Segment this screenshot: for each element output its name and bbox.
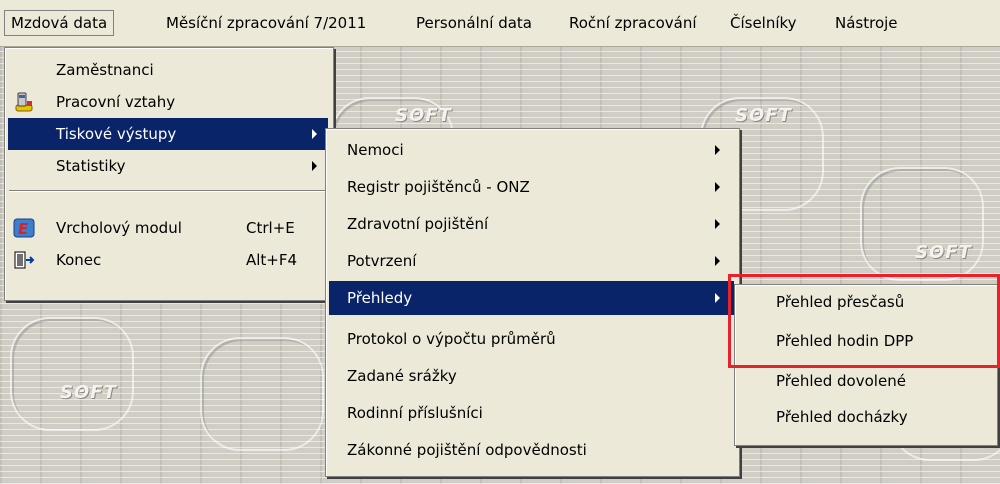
submenu-arrow-icon xyxy=(715,219,720,229)
menu-separator xyxy=(9,190,327,192)
menu-item-zakonne-pojisteni[interactable]: Zákonné pojištění odpovědnosti xyxy=(329,434,734,466)
submenu-arrow-icon xyxy=(715,256,720,266)
submenu-arrow-icon xyxy=(312,161,317,171)
svg-text:E: E xyxy=(18,220,29,238)
menu-item-registr-pojistencu[interactable]: Registr pojištěnců - ONZ xyxy=(329,171,734,203)
menu-personalni-data[interactable]: Personální data xyxy=(410,11,538,35)
background-logo-mark: ЅΘFT xyxy=(60,382,117,403)
menu-item-potvrzeni[interactable]: Potvrzení xyxy=(329,245,734,277)
menu-item-prehled-prescasu[interactable]: Přehled přesčasů xyxy=(738,286,992,318)
prehledy-submenu: Přehled přesčasů Přehled hodin DPP Přehl… xyxy=(734,284,998,446)
tiskove-vystupy-submenu: Nemoci Registr pojištěnců - ONZ Zdravotn… xyxy=(325,128,740,477)
submenu-arrow-icon xyxy=(715,293,720,303)
background-logo xyxy=(860,167,984,281)
submenu-arrow-icon xyxy=(715,182,720,192)
background-logo xyxy=(200,337,324,451)
menu-item-nemoci[interactable]: Nemoci xyxy=(329,134,734,166)
background-logo-mark: ЅΘFT xyxy=(915,242,972,263)
menu-item-prehled-dochazky[interactable]: Přehled docházky xyxy=(738,401,992,433)
background-logo xyxy=(10,317,134,431)
menu-item-rodinni-prislusnici[interactable]: Rodinní příslušníci xyxy=(329,397,734,429)
submenu-arrow-icon xyxy=(715,145,720,155)
menu-mzdova-data[interactable]: Mzdová data xyxy=(4,10,115,36)
menu-item-zadane-srazky[interactable]: Zadané srážky xyxy=(329,360,734,392)
menu-item-zdravotni-pojisteni[interactable]: Zdravotní pojištění xyxy=(329,208,734,240)
menu-item-prehledy[interactable]: Přehledy xyxy=(329,281,734,315)
menu-item-tiskove-vystupy[interactable]: Tiskové výstupy xyxy=(8,118,328,150)
menu-item-konec[interactable]: Konec Alt+F4 xyxy=(8,244,328,276)
menu-rocni-zpracovani[interactable]: Roční zpracování xyxy=(563,11,703,35)
background-logo-mark: ЅΘFT xyxy=(395,105,452,126)
menu-item-pracovni-vztahy[interactable]: Pracovní vztahy xyxy=(8,86,328,118)
menu-bar: Mzdová data Měsíční zpracování 7/2011 Pe… xyxy=(0,0,1000,47)
mzdova-data-menu: Zaměstnanci Pracovní vztahy Tiskové výst… xyxy=(4,47,334,301)
background-logo-mark: ЅΘFT xyxy=(735,105,792,126)
submenu-arrow-icon xyxy=(312,129,317,139)
menu-nastroje[interactable]: Nástroje xyxy=(829,11,904,35)
e-module-icon: E xyxy=(13,218,35,238)
phone-icon xyxy=(15,92,33,112)
menu-item-vrcholovy-modul[interactable]: E Vrcholový modul Ctrl+E xyxy=(8,212,328,244)
exit-door-icon xyxy=(14,251,35,269)
menu-mesicni-zpracovani[interactable]: Měsíční zpracování 7/2011 xyxy=(160,11,372,35)
menu-ciselniky[interactable]: Číselníky xyxy=(724,11,803,35)
menu-item-protokol-prumeru[interactable]: Protokol o výpočtu průměrů xyxy=(329,323,734,355)
menu-item-prehled-hodin-dpp[interactable]: Přehled hodin DPP xyxy=(738,325,992,357)
menu-item-statistiky[interactable]: Statistiky xyxy=(8,150,328,182)
menu-item-zamestnanci[interactable]: Zaměstnanci xyxy=(8,54,328,86)
menu-item-prehled-dovolene[interactable]: Přehled dovolené xyxy=(738,365,992,397)
